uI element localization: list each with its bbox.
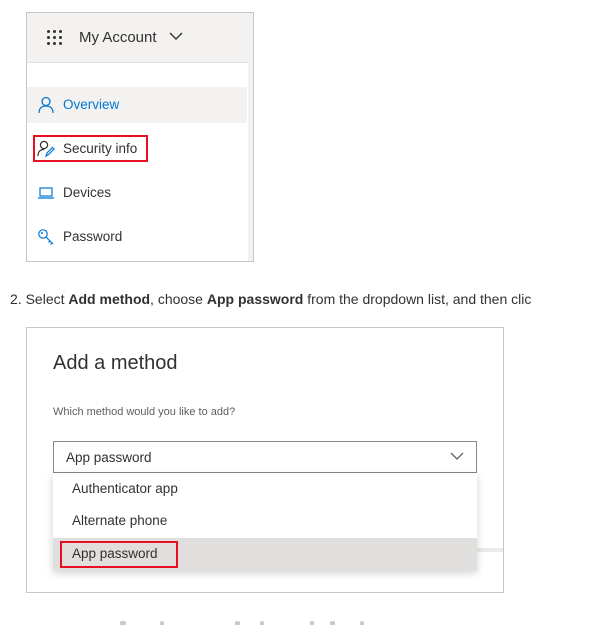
nav-item-password[interactable]: Password — [27, 219, 247, 255]
step-2-instruction: 2. Select Add method, choose App passwor… — [10, 291, 531, 307]
app-launcher-icon[interactable] — [47, 30, 62, 45]
step-text: Select — [25, 291, 69, 307]
step-number: 2. — [10, 291, 22, 307]
method-question-label: Which method would you like to add? — [53, 406, 236, 418]
chevron-down-icon[interactable] — [169, 32, 183, 41]
chevron-down-icon[interactable] — [450, 452, 464, 461]
truncated-text-line — [10, 617, 390, 625]
nav-item-label: Devices — [63, 185, 112, 200]
nav-item-devices[interactable]: Devices — [27, 175, 247, 211]
step-text: from the dropdown list, and then clic — [303, 291, 532, 307]
option-alternate-phone[interactable]: Alternate phone — [53, 505, 477, 537]
step-bold-add-method: Add method — [68, 291, 151, 307]
step-bold-app-password: App password — [206, 291, 304, 307]
app-password-highlight-box — [60, 541, 178, 568]
dialog-title: Add a method — [53, 352, 178, 374]
option-label: Alternate phone — [72, 513, 168, 528]
option-authenticator-app[interactable]: Authenticator app — [53, 473, 477, 505]
step-text: , choose — [150, 291, 207, 307]
key-icon — [38, 229, 54, 245]
nav-item-label: Password — [63, 229, 123, 244]
option-label: Authenticator app — [72, 481, 178, 496]
scrollbar[interactable] — [248, 62, 253, 261]
my-account-title[interactable]: My Account — [79, 29, 157, 46]
nav-item-overview[interactable]: Overview — [27, 87, 247, 123]
security-info-highlight-box — [33, 135, 148, 162]
my-account-header: My Account — [27, 13, 253, 63]
nav-item-label: Overview — [63, 97, 120, 112]
laptop-icon — [38, 187, 54, 199]
method-dropdown[interactable]: App password — [53, 441, 477, 473]
person-icon — [38, 96, 54, 114]
dropdown-selected-value: App password — [66, 450, 152, 465]
